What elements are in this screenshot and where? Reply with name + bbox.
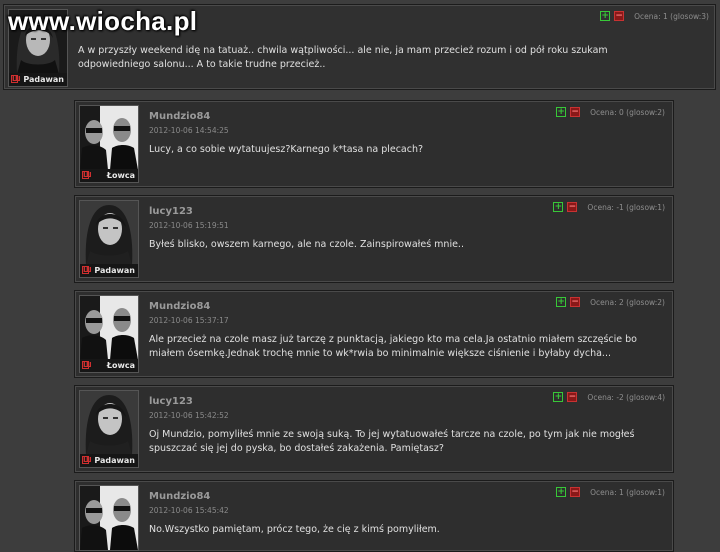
comment-date: 2012-10-06 15:19:51 <box>149 221 229 230</box>
avatar[interactable]: Ш Łowca <box>79 295 139 373</box>
comment-author[interactable]: Mundzio84 <box>149 491 210 502</box>
rank-label: Łowca <box>106 361 135 370</box>
comment-reply: Ш Łowca Mundzio84 2012-10-06 15:37:17 + … <box>74 290 674 378</box>
vote-up-button[interactable]: + <box>553 392 564 402</box>
vote-bar: + − Ocena: -1 (glosow:1) <box>553 202 665 212</box>
score-text: Ocena: 1 (glosow:1) <box>590 487 665 497</box>
vote-up-button[interactable]: + <box>556 487 567 497</box>
avatar-men-icon <box>80 106 138 170</box>
vote-bar: + − Ocena: 2 (glosow:2) <box>556 297 665 307</box>
avatar[interactable] <box>79 485 139 551</box>
score-text: Ocena: 0 (glosow:2) <box>590 107 665 117</box>
comment-reply: Ш Padawan lucy123 2012-10-06 15:42:52 + … <box>74 385 674 473</box>
comment-author[interactable]: lucy123 <box>149 396 193 407</box>
rank-icon: Ш <box>82 361 92 369</box>
user-rank: Ш Padawan <box>9 73 67 86</box>
vote-up-button[interactable]: + <box>556 297 567 307</box>
comment-text: Lucy, a co sobie wytatuujesz?Karnego k*t… <box>149 144 424 155</box>
rank-icon: Ш <box>82 266 92 274</box>
score-text: Ocena: 1 (glosow:3) <box>634 11 709 21</box>
vote-bar: + − Ocena: 1 (glosow:3) <box>600 11 709 21</box>
comment-date: 2012-10-06 15:42:52 <box>149 411 229 420</box>
site-watermark: www.wiocha.pl <box>8 6 198 36</box>
comment-reply: Mundzio84 2012-10-06 15:45:42 + − Ocena:… <box>74 480 674 552</box>
score-text: Ocena: -2 (glosow:4) <box>587 392 665 402</box>
comment-author[interactable]: Mundzio84 <box>149 111 210 122</box>
vote-bar: + − Ocena: 0 (glosow:2) <box>556 107 665 117</box>
rank-label: Padawan <box>23 75 64 84</box>
score-text: Ocena: 2 (glosow:2) <box>590 297 665 307</box>
rank-label: Padawan <box>94 266 135 275</box>
comment-text: Byłeś blisko, owszem karnego, ale na czo… <box>149 239 464 250</box>
rank-icon: Ш <box>11 75 21 83</box>
comment-text: Oj Mundzio, pomyliłeś mnie ze swoją suką… <box>149 429 635 454</box>
vote-down-button[interactable]: − <box>567 202 578 212</box>
score-text: Ocena: -1 (glosow:1) <box>587 202 665 212</box>
avatar-men-icon <box>80 296 138 360</box>
user-rank: Ш Padawan <box>80 454 138 467</box>
rank-label: Padawan <box>94 456 135 465</box>
rank-icon: Ш <box>82 171 92 179</box>
vote-bar: + − Ocena: 1 (glosow:1) <box>556 487 665 497</box>
comment-text: No.Wszystko pamiętam, prócz tego, że cię… <box>149 524 440 535</box>
user-rank: Ш Łowca <box>80 359 138 372</box>
vote-down-button[interactable]: − <box>570 487 581 497</box>
avatar[interactable]: Ш Padawan <box>79 390 139 468</box>
vote-up-button[interactable]: + <box>600 11 611 21</box>
comment-text: A w przyszły weekend idę na tatuaż.. chw… <box>78 45 608 70</box>
avatar-girl-icon <box>80 201 138 265</box>
user-rank: Ш Padawan <box>80 264 138 277</box>
comment-date: 2012-10-06 14:54:25 <box>149 126 229 135</box>
vote-down-button[interactable]: − <box>567 392 578 402</box>
vote-bar: + − Ocena: -2 (glosow:4) <box>553 392 665 402</box>
avatar[interactable]: Ш Łowca <box>79 105 139 183</box>
user-rank: Ш Łowca <box>80 169 138 182</box>
rank-icon: Ш <box>82 456 92 464</box>
vote-up-button[interactable]: + <box>556 107 567 117</box>
comment-author[interactable]: Mundzio84 <box>149 301 210 312</box>
comment-author[interactable]: lucy123 <box>149 206 193 217</box>
comment-text: Ale przecież na czole masz już tarczę z … <box>149 334 637 359</box>
vote-down-button[interactable]: − <box>570 297 581 307</box>
rank-label: Łowca <box>106 171 135 180</box>
vote-down-button[interactable]: − <box>614 11 625 21</box>
comment-reply: Ш Padawan lucy123 2012-10-06 15:19:51 + … <box>74 195 674 283</box>
avatar-girl-icon <box>80 391 138 455</box>
comment-date: 2012-10-06 15:37:17 <box>149 316 229 325</box>
avatar[interactable]: Ш Padawan <box>79 200 139 278</box>
comment-reply: Ш Łowca Mundzio84 2012-10-06 14:54:25 + … <box>74 100 674 188</box>
avatar-men-icon <box>80 486 138 550</box>
vote-up-button[interactable]: + <box>553 202 564 212</box>
comment-date: 2012-10-06 15:45:42 <box>149 506 229 515</box>
vote-down-button[interactable]: − <box>570 107 581 117</box>
